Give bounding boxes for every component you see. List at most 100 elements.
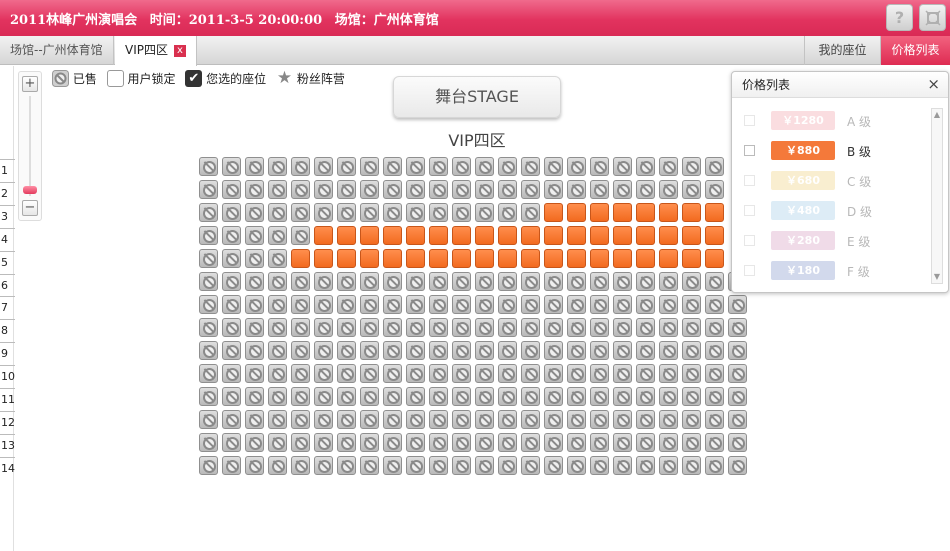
seat-sold bbox=[383, 433, 402, 452]
tab-bar: 场馆--广州体育馆 VIP四区 x 我的座位 价格列表 bbox=[0, 36, 950, 66]
seat-available[interactable] bbox=[337, 226, 356, 245]
seat-available[interactable] bbox=[636, 226, 655, 245]
close-icon[interactable]: × bbox=[927, 76, 940, 92]
seat-sold bbox=[498, 203, 517, 222]
seat-sold bbox=[544, 364, 563, 383]
seat-sold bbox=[268, 433, 287, 452]
seat-available[interactable] bbox=[452, 249, 471, 268]
seat-sold bbox=[429, 387, 448, 406]
price-row[interactable]: ￥280 E 级 bbox=[732, 230, 932, 252]
my-seats-tab[interactable]: 我的座位 bbox=[804, 36, 880, 65]
seat-sold bbox=[659, 410, 678, 429]
seat-available[interactable] bbox=[590, 249, 609, 268]
scroll-down-icon[interactable]: ▼ bbox=[932, 271, 942, 283]
seat-available[interactable] bbox=[429, 226, 448, 245]
zoom-track[interactable] bbox=[29, 96, 31, 196]
close-icon[interactable]: x bbox=[174, 44, 186, 57]
price-checkbox[interactable] bbox=[744, 205, 755, 216]
seat-available[interactable] bbox=[521, 249, 540, 268]
seat-sold bbox=[659, 295, 678, 314]
seat-available[interactable] bbox=[636, 249, 655, 268]
price-checkbox[interactable] bbox=[744, 145, 755, 156]
seat-available[interactable] bbox=[291, 249, 310, 268]
seat-sold bbox=[245, 410, 264, 429]
seat-sold bbox=[705, 272, 724, 291]
seat-available[interactable] bbox=[406, 249, 425, 268]
seat-available[interactable] bbox=[613, 249, 632, 268]
seat-sold bbox=[429, 456, 448, 475]
seat-available[interactable] bbox=[383, 226, 402, 245]
legend-sold-label: 已售 bbox=[72, 72, 97, 86]
seat-available[interactable] bbox=[383, 249, 402, 268]
seat-available[interactable] bbox=[314, 226, 333, 245]
price-row[interactable]: ￥480 D 级 bbox=[732, 200, 932, 222]
seat-available[interactable] bbox=[544, 226, 563, 245]
seat-available[interactable] bbox=[705, 249, 724, 268]
seat-sold bbox=[728, 387, 747, 406]
seat-available[interactable] bbox=[544, 249, 563, 268]
seat-sold bbox=[291, 272, 310, 291]
fullscreen-button[interactable] bbox=[919, 4, 946, 31]
seat-available[interactable] bbox=[659, 249, 678, 268]
event-title: 2011林峰广州演唱会 时间：2011-3-5 20:00:00 场馆：广州体育… bbox=[10, 9, 447, 28]
price-panel-scrollbar[interactable]: ▲ ▼ bbox=[931, 108, 943, 284]
seat-available[interactable] bbox=[567, 249, 586, 268]
price-row[interactable]: ￥880 B 级 bbox=[732, 140, 932, 162]
zoom-out-button[interactable]: − bbox=[22, 200, 38, 216]
price-checkbox[interactable] bbox=[744, 115, 755, 126]
zoom-slider-handle[interactable] bbox=[23, 186, 37, 194]
seat-available[interactable] bbox=[567, 226, 586, 245]
seat-sold bbox=[544, 387, 563, 406]
seat-available[interactable] bbox=[314, 249, 333, 268]
seat-available[interactable] bbox=[498, 249, 517, 268]
price-checkbox[interactable] bbox=[744, 175, 755, 186]
seat-available[interactable] bbox=[682, 226, 701, 245]
seat-available[interactable] bbox=[567, 203, 586, 222]
tab-vip-zone[interactable]: VIP四区 x bbox=[115, 36, 197, 66]
seat-available[interactable] bbox=[705, 203, 724, 222]
seat-sold bbox=[245, 180, 264, 199]
seat-available[interactable] bbox=[498, 226, 517, 245]
seat-sold bbox=[636, 295, 655, 314]
seat-available[interactable] bbox=[613, 203, 632, 222]
seat-available[interactable] bbox=[406, 226, 425, 245]
seat-sold bbox=[245, 203, 264, 222]
scroll-up-icon[interactable]: ▲ bbox=[932, 109, 942, 121]
seat-sold bbox=[245, 456, 264, 475]
seat-sold bbox=[360, 410, 379, 429]
seat-available[interactable] bbox=[682, 203, 701, 222]
seat-available[interactable] bbox=[659, 203, 678, 222]
seat-available[interactable] bbox=[636, 203, 655, 222]
seat-available[interactable] bbox=[613, 226, 632, 245]
seat-available[interactable] bbox=[521, 226, 540, 245]
price-list-tab[interactable]: 价格列表 bbox=[880, 36, 950, 65]
price-checkbox[interactable] bbox=[744, 235, 755, 246]
seat-sold bbox=[728, 364, 747, 383]
seat-available[interactable] bbox=[360, 226, 379, 245]
tab-venue[interactable]: 场馆--广州体育馆 bbox=[0, 36, 114, 65]
seat-available[interactable] bbox=[475, 226, 494, 245]
seat-sold bbox=[567, 341, 586, 360]
seat-available[interactable] bbox=[452, 226, 471, 245]
price-checkbox[interactable] bbox=[744, 265, 755, 276]
seat-available[interactable] bbox=[544, 203, 563, 222]
seat-available[interactable] bbox=[659, 226, 678, 245]
price-row[interactable]: ￥180 F 级 bbox=[732, 260, 932, 282]
seat-sold bbox=[498, 180, 517, 199]
seat-sold bbox=[291, 387, 310, 406]
price-row[interactable]: ￥680 C 级 bbox=[732, 170, 932, 192]
seat-sold bbox=[475, 364, 494, 383]
seat-sold bbox=[360, 318, 379, 337]
seat-available[interactable] bbox=[360, 249, 379, 268]
help-button[interactable]: ? bbox=[886, 4, 913, 31]
seat-available[interactable] bbox=[337, 249, 356, 268]
price-row[interactable]: ￥1280 A 级 bbox=[732, 110, 932, 132]
seat-sold bbox=[406, 157, 425, 176]
zoom-in-button[interactable]: + bbox=[22, 76, 38, 92]
seat-available[interactable] bbox=[682, 249, 701, 268]
seat-available[interactable] bbox=[705, 226, 724, 245]
seat-available[interactable] bbox=[590, 226, 609, 245]
seat-available[interactable] bbox=[590, 203, 609, 222]
seat-available[interactable] bbox=[429, 249, 448, 268]
seat-available[interactable] bbox=[475, 249, 494, 268]
